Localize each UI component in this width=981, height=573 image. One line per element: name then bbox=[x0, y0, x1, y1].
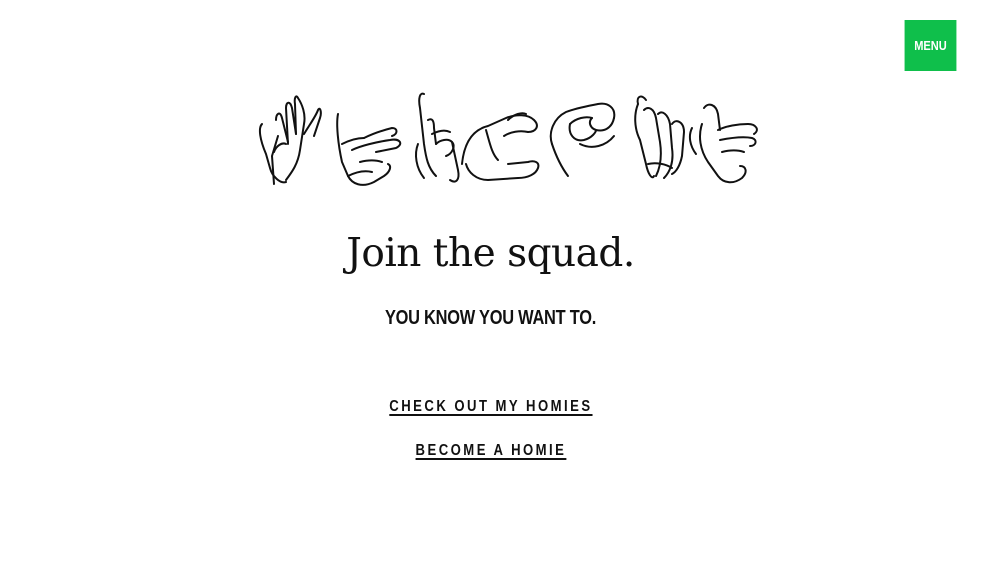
page-subtitle: YOU KNOW YOU WANT TO. bbox=[384, 307, 597, 329]
become-homie-link-label: BECOME A HOMIE bbox=[415, 442, 566, 459]
become-homie-link[interactable]: BECOME A HOMIE bbox=[0, 440, 981, 462]
menu-button[interactable]: MENU bbox=[904, 20, 957, 71]
page: MENU Join the squad. YOU KNOW YOU WANT T… bbox=[0, 0, 981, 573]
hand-c-icon bbox=[461, 112, 540, 181]
hand-l-icon bbox=[415, 92, 460, 183]
welcome-hands-illustration bbox=[252, 84, 764, 196]
menu-button-label: MENU bbox=[914, 38, 947, 53]
check-out-homies-link[interactable]: CHECK OUT MY HOMIES bbox=[0, 396, 981, 418]
hand-m-icon bbox=[634, 95, 685, 179]
hand-w-icon bbox=[258, 95, 322, 185]
page-title: Join the squad. bbox=[346, 231, 635, 276]
hand-e-final-icon bbox=[688, 103, 758, 184]
hand-e-icon bbox=[336, 113, 402, 186]
hand-o-icon bbox=[549, 102, 616, 177]
check-out-homies-link-label: CHECK OUT MY HOMIES bbox=[388, 398, 593, 415]
